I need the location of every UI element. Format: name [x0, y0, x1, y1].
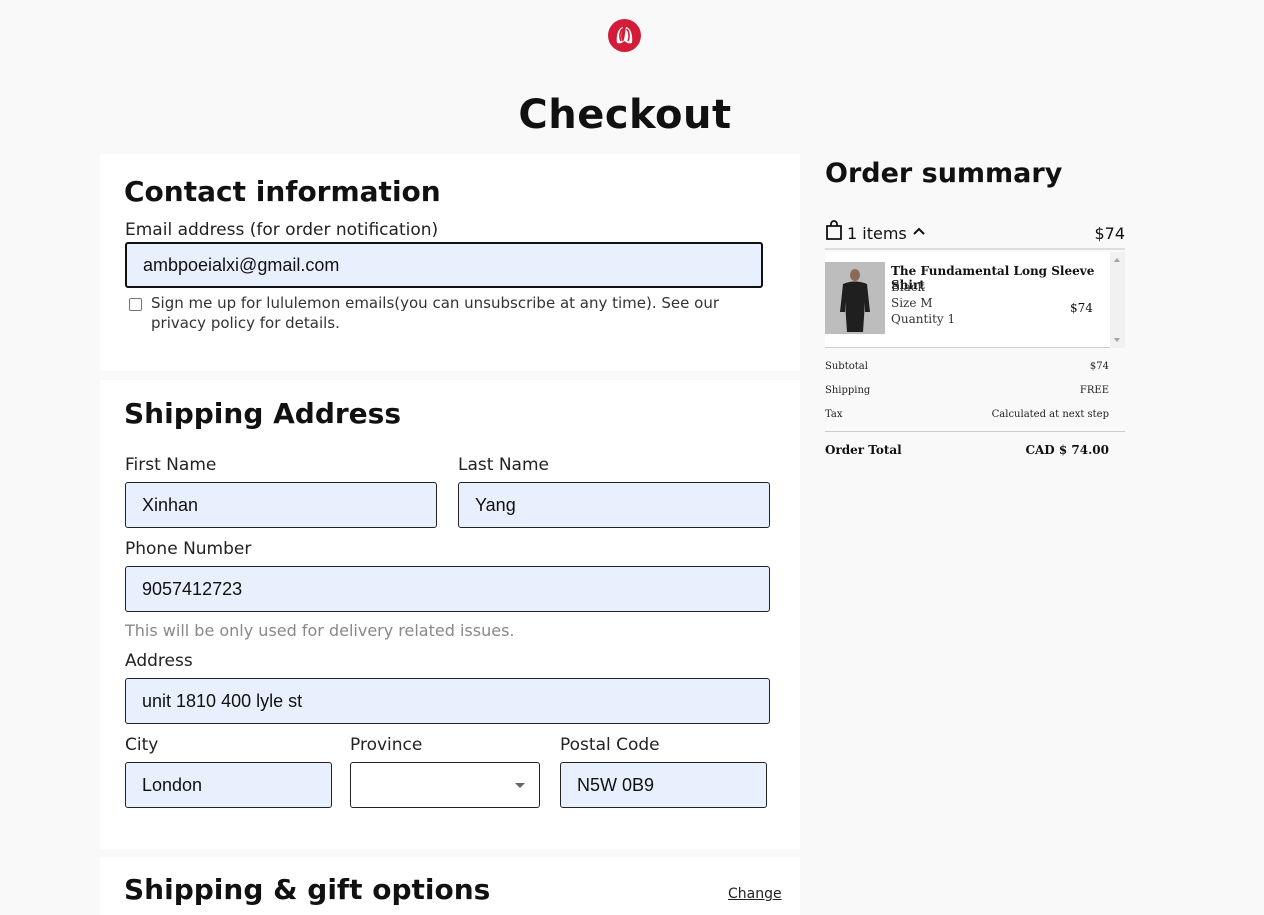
- product-name[interactable]: The Fundamental Long Sleeve Shirt: [891, 264, 1125, 292]
- cart-item: The Fundamental Long Sleeve Shirt Black …: [825, 252, 1125, 348]
- last-name-field[interactable]: Yang: [458, 482, 770, 528]
- phone-label: Phone Number: [125, 539, 252, 559]
- address-field[interactable]: unit 1810 400 lyle st: [125, 678, 770, 724]
- phone-hint: This will be only used for delivery rela…: [125, 621, 515, 640]
- first-name-field[interactable]: Xinhan: [125, 482, 437, 528]
- gift-heading: Shipping & gift options: [124, 873, 491, 906]
- email-label: Email address (for order notification): [125, 220, 439, 240]
- lululemon-logo-icon[interactable]: [608, 19, 641, 52]
- subtotal-row: Subtotal $74: [825, 361, 1109, 372]
- postal-code-label: Postal Code: [560, 735, 660, 755]
- postal-code-field[interactable]: N5W 0B9: [560, 762, 767, 808]
- tax-label: Tax: [825, 409, 843, 420]
- tax-row: Tax Calculated at next step: [825, 409, 1109, 420]
- item-list-scrollbar[interactable]: [1110, 252, 1125, 348]
- items-count: 1 items: [847, 223, 907, 243]
- product-color: Black: [891, 280, 925, 294]
- order-total-value: CAD $ 74.00: [1025, 443, 1109, 457]
- subtotal-label: Subtotal: [825, 361, 868, 372]
- product-size: Size M: [891, 296, 933, 310]
- page-title: Checkout: [518, 92, 732, 138]
- contact-heading: Contact information: [124, 175, 441, 208]
- items-price: $74: [1094, 223, 1125, 243]
- order-summary-heading: Order summary: [825, 158, 1063, 189]
- shipping-gift-options-section: Shipping & gift options Change: [100, 857, 800, 915]
- last-name-label: Last Name: [458, 455, 549, 475]
- chevron-up-icon[interactable]: [913, 226, 925, 236]
- city-label: City: [125, 735, 159, 755]
- scroll-up-arrow-icon[interactable]: [1114, 258, 1120, 262]
- shopping-bag-icon: [826, 220, 842, 240]
- city-field[interactable]: London: [125, 762, 332, 808]
- product-quantity: Quantity 1: [891, 312, 956, 326]
- shipping-heading: Shipping Address: [124, 397, 401, 430]
- shipping-label: Shipping: [825, 385, 871, 396]
- items-toggle[interactable]: 1 items $74: [825, 218, 1125, 250]
- scroll-down-arrow-icon[interactable]: [1114, 338, 1120, 342]
- newsletter-checkbox[interactable]: [129, 298, 142, 311]
- shipping-address-section: Shipping Address First Name Xinhan Last …: [100, 380, 800, 849]
- email-field[interactable]: ambpoeialxi@gmail.com: [125, 242, 763, 288]
- order-total-label: Order Total: [825, 443, 902, 457]
- province-label: Province: [350, 735, 423, 755]
- contact-information-section: Contact information Email address (for o…: [100, 154, 800, 371]
- product-price: $74: [1070, 301, 1093, 315]
- shipping-row: Shipping FREE: [825, 385, 1109, 396]
- newsletter-text: Sign me up for lululemon emails(you can …: [151, 294, 720, 332]
- shipping-value: FREE: [1079, 385, 1109, 396]
- summary-divider: [825, 431, 1125, 432]
- province-select[interactable]: [350, 762, 540, 808]
- subtotal-value: $74: [1089, 361, 1109, 372]
- change-link[interactable]: Change: [728, 886, 782, 902]
- first-name-label: First Name: [125, 455, 217, 475]
- order-total-row: Order Total CAD $ 74.00: [825, 443, 1109, 457]
- address-label: Address: [125, 651, 193, 671]
- chevron-down-icon: [515, 783, 525, 788]
- tax-value: Calculated at next step: [991, 409, 1109, 420]
- product-image: [825, 262, 885, 334]
- phone-field[interactable]: 9057412723: [125, 566, 770, 612]
